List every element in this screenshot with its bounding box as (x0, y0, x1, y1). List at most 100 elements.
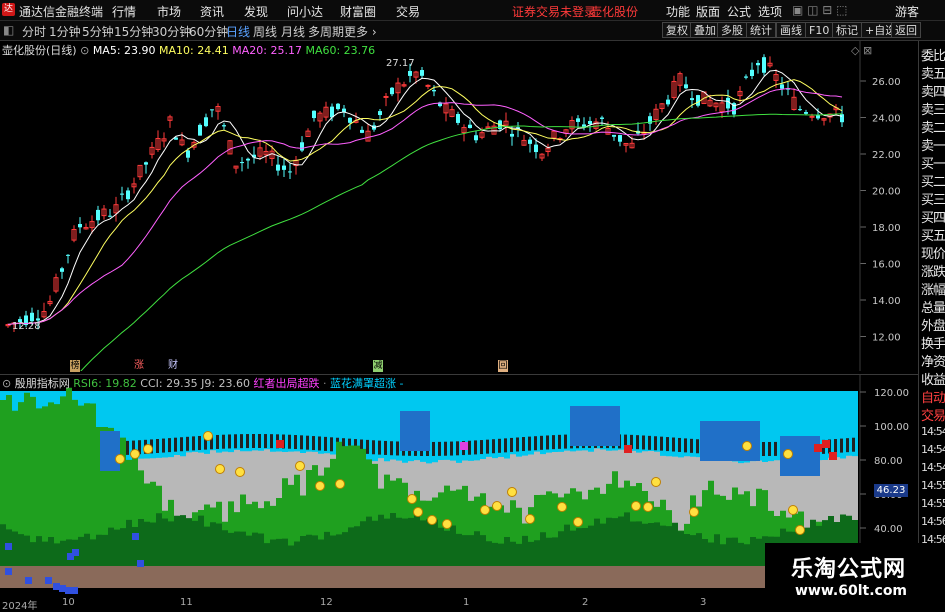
y-tick-label: 16.00 (872, 260, 901, 271)
date-label: 3 (700, 597, 707, 608)
mark-button[interactable]: 标记 (832, 22, 862, 38)
menu-wealth[interactable]: 财富圈 (340, 3, 376, 20)
settings-icon[interactable]: ⊙ (2, 377, 11, 390)
side-item[interactable]: 买四 (921, 207, 945, 226)
period-15min[interactable]: 15分钟 (114, 23, 153, 40)
band-stripe (126, 440, 129, 455)
side-item[interactable]: 换手 (921, 333, 945, 352)
event-tag[interactable]: 涨 (134, 360, 144, 372)
side-item[interactable]: 净资 (921, 351, 945, 370)
side-item[interactable]: 外盘 (921, 315, 945, 334)
side-item[interactable]: 委比 (921, 45, 945, 64)
side-item[interactable]: 买三 (921, 189, 945, 208)
signal-dot (631, 501, 641, 511)
restore-rights-button[interactable]: 复权 (662, 22, 692, 38)
date-label: 2 (582, 597, 589, 608)
period-more[interactable]: 更多 › (344, 23, 377, 40)
signal-dot (557, 502, 567, 512)
watermark-url: www.60lt.com (795, 583, 908, 599)
candlestick-chart[interactable]: 26.00 24.00 22.00 20.00 18.00 16.00 14.00 12.00 (0, 41, 918, 371)
signal-dot (480, 505, 490, 515)
side-item[interactable]: 卖五 (921, 63, 945, 82)
y-tick-label: 12.00 (872, 333, 901, 344)
current-value-badge: 46.23 (874, 484, 908, 497)
menu-market[interactable]: 市场 (157, 3, 181, 20)
period-weekly[interactable]: 周线 (253, 23, 277, 40)
band-stripe (678, 437, 681, 452)
menu-ask[interactable]: 问小达 (287, 3, 323, 20)
side-item[interactable]: 收益 (921, 369, 945, 388)
blue-x-marker (45, 577, 52, 584)
menu-market-quotes[interactable]: 行情 (112, 3, 136, 20)
multi-stock-button[interactable]: 多股 (717, 22, 747, 38)
blue-block (570, 406, 620, 446)
event-tag[interactable]: 回 (498, 360, 508, 372)
candle (300, 142, 304, 151)
side-item[interactable]: 买一 (921, 153, 945, 172)
period-multi[interactable]: 多周期 (308, 23, 344, 40)
moving-average-line (7, 87, 843, 326)
login-notice[interactable]: 证券交易未登录 (512, 3, 596, 20)
side-item[interactable]: 现价 (921, 243, 945, 262)
signal-dot (203, 431, 213, 441)
side-item[interactable]: 卖四 (921, 81, 945, 100)
menu-functions[interactable]: 功能 (666, 3, 690, 20)
period-5min[interactable]: 5分钟 (82, 23, 114, 40)
collapse-icon[interactable]: ◧ (3, 23, 14, 37)
guest-label[interactable]: 游客 (895, 3, 919, 20)
side-item[interactable]: 卖三 (921, 99, 945, 118)
menu-discover[interactable]: 发现 (244, 3, 268, 20)
y-tick-label: 80.00 (874, 456, 903, 467)
band-stripe (468, 440, 471, 455)
overlay-button[interactable]: 叠加 (690, 22, 720, 38)
period-daily[interactable]: 日线 (226, 23, 250, 40)
moving-average-line (7, 79, 843, 326)
f10-button[interactable]: F10 (805, 22, 834, 38)
band-stripe (162, 438, 165, 453)
menu-formula[interactable]: 公式 (727, 3, 751, 20)
event-tag[interactable]: 减 (373, 360, 383, 372)
period-30min[interactable]: 30分钟 (152, 23, 191, 40)
signal-dot (130, 449, 140, 459)
band-stripe (666, 437, 669, 452)
signal-dot (413, 507, 423, 517)
signal-dot (525, 514, 535, 524)
band-stripe (660, 436, 663, 451)
event-tag[interactable]: 财 (168, 360, 178, 372)
candle (696, 95, 700, 106)
side-item[interactable]: 买二 (921, 171, 945, 190)
y-tick-label: 24.00 (872, 114, 901, 125)
period-monthly[interactable]: 月线 (281, 23, 305, 40)
draw-line-button[interactable]: 画线 (776, 22, 806, 38)
event-tag[interactable]: 榜 (70, 360, 80, 372)
tick-time: 14:55 (921, 497, 945, 510)
chart-window-icons[interactable]: ◇ ⊠ (851, 44, 872, 57)
candle (600, 117, 604, 119)
band-stripe (534, 436, 537, 451)
candle (30, 312, 34, 322)
side-item[interactable]: 买五 (921, 225, 945, 244)
side-item[interactable]: 卖一 (921, 135, 945, 154)
period-60min[interactable]: 60分钟 (189, 23, 228, 40)
period-intraday[interactable]: 分时 (22, 23, 46, 40)
side-item[interactable]: 涨跌 (921, 261, 945, 280)
band-stripe (156, 439, 159, 454)
side-item[interactable]: 涨幅 (921, 279, 945, 298)
menu-bar: 达 通达信金融终端 行情 市场 资讯 发现 问小达 财富圈 交易 证券交易未登录… (0, 0, 945, 21)
settings-icon[interactable]: ⊙ (80, 44, 89, 57)
period-1min[interactable]: 1分钟 (49, 23, 81, 40)
side-item-trade[interactable]: 交易 (921, 405, 945, 424)
menu-layout[interactable]: 版面 (696, 3, 720, 20)
side-item[interactable]: 卖二 (921, 117, 945, 136)
menu-news[interactable]: 资讯 (200, 3, 224, 20)
menu-icons[interactable]: ▣ ◫ ⊟ ⬚ (792, 3, 848, 17)
back-button[interactable]: 返回 (891, 22, 921, 38)
band-stripe (684, 438, 687, 453)
y-tick-label: 120.00 (874, 388, 909, 399)
statistics-button[interactable]: 统计 (746, 22, 776, 38)
side-item-auto[interactable]: 自动 (921, 387, 945, 406)
side-item[interactable]: 总量 (921, 297, 945, 316)
candle (468, 124, 472, 129)
menu-options[interactable]: 选项 (758, 3, 782, 20)
menu-trade[interactable]: 交易 (396, 3, 420, 20)
